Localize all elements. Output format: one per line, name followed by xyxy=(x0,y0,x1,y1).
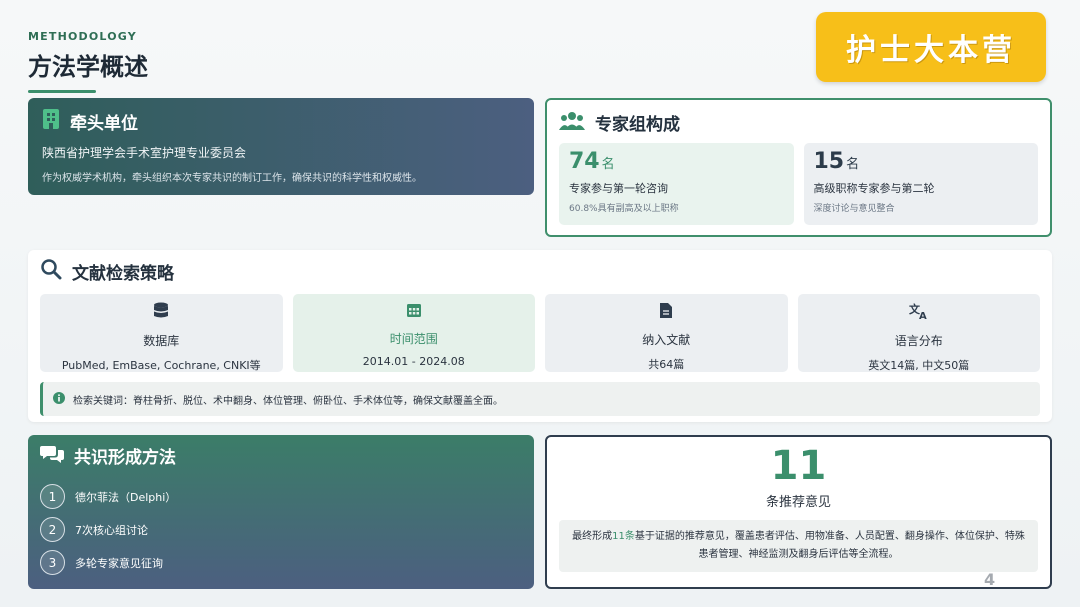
step-text: 德尔菲法（Delphi） xyxy=(75,490,177,504)
chat-icon xyxy=(40,444,64,468)
lead-org-description: 作为权威学术机构，牵头组织本次专家共识的制订工作，确保共识的科学性和权威性。 xyxy=(42,173,422,184)
desc-body: 基于证据的推荐意见，覆盖患者评估、用物准备、人员配置、翻身操作、体位保护、特殊患… xyxy=(634,531,1025,560)
list-item: 3 多轮专家意见征询 xyxy=(40,546,522,579)
tile-label: 数据库 xyxy=(143,334,180,348)
tile-value: 英文14篇, 中文50篇 xyxy=(868,359,970,372)
recommendation-count: 11 xyxy=(770,443,827,489)
stat-first-round: 74 名 专家参与第一轮咨询 60.8%具有副高及以上职称 xyxy=(559,143,794,225)
method-title: 共识形成方法 xyxy=(74,448,176,468)
title-underline xyxy=(28,90,96,93)
tile-label: 纳入文献 xyxy=(642,333,691,347)
expert-title: 专家组构成 xyxy=(595,115,680,135)
svg-text:A: A xyxy=(919,311,927,320)
tile-language: 文A 语言分布 英文14篇, 中文50篇 xyxy=(797,294,1040,372)
keyword-text: 检索关键词：脊柱骨折、脱位、术中翻身、体位管理、俯卧位、手术体位等，确保文献覆盖… xyxy=(73,395,503,407)
lead-org-card: 牵头单位 陕西省护理学会手术室护理专业委员会 作为权威学术机构，牵头组织本次专家… xyxy=(28,98,534,195)
stat-unit: 名 xyxy=(846,157,860,172)
search-title: 文献检索策略 xyxy=(72,263,174,284)
document-icon xyxy=(659,303,673,323)
recommendation-label: 条推荐意见 xyxy=(765,495,831,510)
method-steps: 1 德尔菲法（Delphi） 2 7次核心组讨论 3 多轮专家意见征询 xyxy=(40,480,522,579)
stat-unit: 名 xyxy=(601,157,615,172)
stat-second-round: 15 名 高级职称专家参与第二轮 深度讨论与意见整合 xyxy=(803,143,1038,225)
lead-org-title: 牵头单位 xyxy=(70,113,138,134)
database-icon xyxy=(153,302,169,324)
search-strategy-card: 文献检索策略 数据库 PubMed, EmBase, Cochrane, CNK… xyxy=(28,250,1052,422)
calendar-icon xyxy=(406,303,422,322)
translate-icon: 文A xyxy=(909,302,929,324)
step-text: 7次核心组讨论 xyxy=(75,523,148,537)
stat-desc: 专家参与第一轮咨询 xyxy=(569,182,668,195)
recommendation-description: 最终形成11条基于证据的推荐意见，覆盖患者评估、用物准备、人员配置、翻身操作、体… xyxy=(559,520,1038,572)
step-number: 3 xyxy=(40,550,65,575)
stat-number: 15 xyxy=(813,149,845,174)
header: METHODOLOGY 方法学概述 xyxy=(28,30,148,93)
page-number: 4 xyxy=(984,570,996,589)
stat-note: 60.8%具有副高及以上职称 xyxy=(569,204,679,214)
step-number: 2 xyxy=(40,517,65,542)
tile-included-literature: 纳入文献 共64篇 xyxy=(545,294,788,372)
desc-prefix: 最终形成 xyxy=(572,531,613,542)
list-item: 2 7次核心组讨论 xyxy=(40,513,522,546)
list-item: 1 德尔菲法（Delphi） xyxy=(40,480,522,513)
stat-note: 深度讨论与意见整合 xyxy=(813,204,895,214)
tile-label: 时间范围 xyxy=(389,332,438,346)
page-title: 方法学概述 xyxy=(28,53,148,81)
tile-database: 数据库 PubMed, EmBase, Cochrane, CNKI等 xyxy=(40,294,283,372)
tile-label: 语言分布 xyxy=(894,334,943,348)
building-icon xyxy=(42,108,60,134)
desc-accent: 11条 xyxy=(612,531,635,542)
section-eyebrow: METHODOLOGY xyxy=(28,30,137,43)
tile-value: 2014.01 - 2024.08 xyxy=(362,355,465,368)
keyword-bar: 检索关键词：脊柱骨折、脱位、术中翻身、体位管理、俯卧位、手术体位等，确保文献覆盖… xyxy=(40,382,1040,416)
expert-card: 专家组构成 74 名 专家参与第一轮咨询 60.8%具有副高及以上职称 15 名 高… xyxy=(545,98,1052,237)
brand-label: 护士大本营 xyxy=(846,33,1016,68)
tile-time-range: 时间范围 2014.01 - 2024.08 xyxy=(292,294,535,372)
consensus-method-card: 共识形成方法 1 德尔菲法（Delphi） 2 7次核心组讨论 3 多轮专家意见… xyxy=(28,435,534,589)
step-text: 多轮专家意见征询 xyxy=(75,556,163,570)
recommendation-card: 11 条推荐意见 最终形成11条基于证据的推荐意见，覆盖患者评估、用物准备、人员… xyxy=(545,435,1052,589)
stat-number: 74 xyxy=(569,149,600,174)
tile-value: PubMed, EmBase, Cochrane, CNKI等 xyxy=(61,359,261,372)
stat-desc: 高级职称专家参与第二轮 xyxy=(813,182,935,195)
tile-value: 共64篇 xyxy=(648,358,685,371)
info-icon xyxy=(53,391,65,407)
step-number: 1 xyxy=(40,484,65,509)
lead-org-name: 陕西省护理学会手术室护理专业委员会 xyxy=(42,146,247,160)
users-icon xyxy=(559,111,585,135)
search-icon xyxy=(40,258,62,284)
brand-logo: 护士大本营 xyxy=(816,12,1046,82)
